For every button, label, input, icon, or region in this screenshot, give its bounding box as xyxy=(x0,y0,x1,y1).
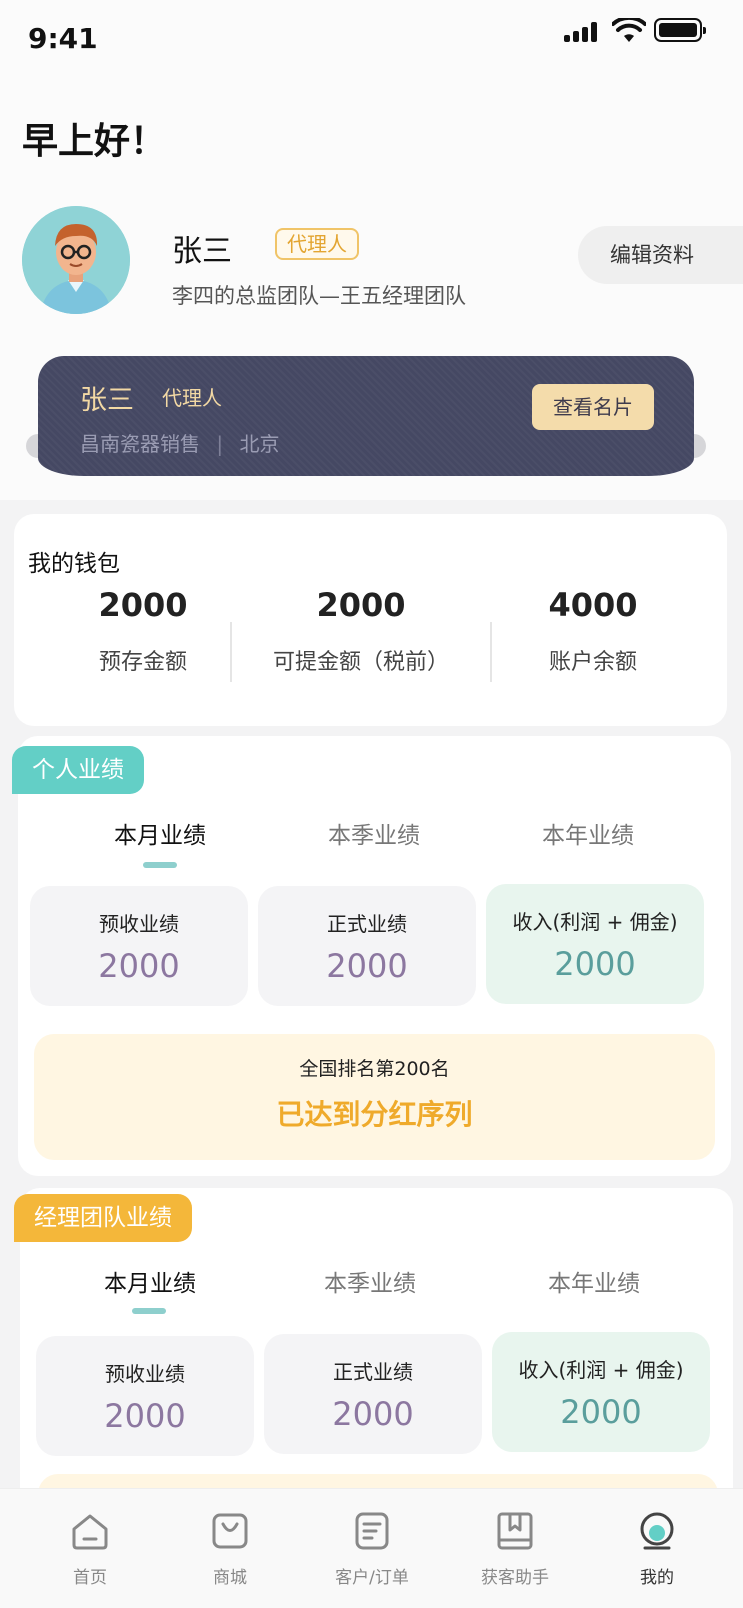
tab-mine[interactable]: 我的 xyxy=(597,1509,717,1588)
stat-presale[interactable]: 预收业绩 2000 xyxy=(30,886,248,1006)
tab-label: 获客助手 xyxy=(481,1568,549,1588)
business-card[interactable]: 张三 代理人 昌南瓷器销售 | 北京 查看名片 xyxy=(38,356,694,476)
avatar-illustration xyxy=(22,206,130,314)
stat-income[interactable]: 收入(利润 + 佣金) 2000 xyxy=(492,1332,710,1452)
stat-presale[interactable]: 预收业绩 2000 xyxy=(36,1336,254,1456)
status-time: 9:41 xyxy=(28,22,98,55)
stat-value: 2000 xyxy=(98,947,180,985)
wallet-label: 预存金额 xyxy=(98,650,187,675)
stat-label: 收入(利润 + 佣金) xyxy=(518,1358,684,1382)
profile-name: 张三 xyxy=(172,234,232,269)
stat-label: 预收业绩 xyxy=(99,912,179,936)
tab-mall[interactable]: 商城 xyxy=(170,1509,290,1588)
stat-formal[interactable]: 正式业绩 2000 xyxy=(258,886,476,1006)
tab-acquisition-assistant[interactable]: 获客助手 xyxy=(455,1509,575,1588)
avatar[interactable] xyxy=(22,206,130,314)
tab-month[interactable]: 本月业绩 xyxy=(50,1264,250,1298)
status-bar: 9:41 xyxy=(0,0,743,80)
profile-team: 李四的总监团队—王五经理团队 xyxy=(172,284,466,308)
tab-label: 客户/订单 xyxy=(335,1568,409,1588)
wallet-title: 我的钱包 xyxy=(28,551,120,577)
role-tag: 代理人 xyxy=(275,228,359,260)
card-company-line: 昌南瓷器销售 | 北京 xyxy=(80,428,279,457)
tab-month[interactable]: 本月业绩 xyxy=(60,816,260,850)
tab-home[interactable]: 首页 xyxy=(30,1509,150,1588)
active-tab-indicator xyxy=(132,1308,166,1314)
document-list-icon xyxy=(355,1512,389,1550)
card-separator: | xyxy=(216,432,224,456)
wifi-icon xyxy=(612,18,646,42)
stat-value: 2000 xyxy=(332,1395,414,1433)
tab-label: 商城 xyxy=(213,1568,247,1588)
stat-income[interactable]: 收入(利润 + 佣金) 2000 xyxy=(486,884,704,1004)
rank-text: 全国排名第200名 xyxy=(299,1058,450,1080)
wallet-value: 2000 xyxy=(316,586,406,624)
wallet-value: 4000 xyxy=(548,586,638,624)
wallet-card: 我的钱包 2000 预存金额 2000 可提金额（税前） 4000 账户余额 xyxy=(14,514,727,726)
wallet-stat-balance[interactable]: 4000 账户余额 xyxy=(478,586,708,676)
tab-year[interactable]: 本年业绩 xyxy=(488,816,688,850)
stat-formal[interactable]: 正式业绩 2000 xyxy=(264,1334,482,1454)
tab-customers-orders[interactable]: 客户/订单 xyxy=(312,1509,432,1588)
stat-label: 正式业绩 xyxy=(333,1360,413,1384)
manager-tabs: 本月业绩 本季业绩 本年业绩 xyxy=(20,1264,733,1324)
wallet-label: 账户余额 xyxy=(548,650,637,675)
tab-year[interactable]: 本年业绩 xyxy=(494,1264,694,1298)
stat-value: 2000 xyxy=(560,1393,642,1431)
tab-quarter[interactable]: 本季业绩 xyxy=(274,816,474,850)
divider xyxy=(230,622,232,682)
book-icon xyxy=(497,1512,533,1550)
active-tab-indicator xyxy=(143,862,177,868)
battery-icon xyxy=(654,18,706,42)
personal-performance-card: 个人业绩 本月业绩 本季业绩 本年业绩 预收业绩 2000 正式业绩 2000 … xyxy=(12,736,731,1176)
card-city: 北京 xyxy=(239,432,280,456)
bottom-tab-bar: 首页 商城 客户/订单 获客助手 我的 xyxy=(0,1488,743,1608)
ranking-banner[interactable]: 全国排名第200名 已达到分红序列 xyxy=(34,1034,715,1160)
shopping-bag-icon xyxy=(212,1513,248,1549)
edit-profile-button[interactable]: 编辑资料 xyxy=(578,226,743,284)
stat-label: 正式业绩 xyxy=(327,912,407,936)
wallet-label: 可提金额（税前） xyxy=(272,650,449,675)
home-icon xyxy=(72,1514,108,1550)
stat-label: 收入(利润 + 佣金) xyxy=(512,910,678,934)
wallet-value: 2000 xyxy=(98,586,188,624)
greeting-title: 早上好！ xyxy=(22,121,167,162)
tab-quarter[interactable]: 本季业绩 xyxy=(270,1264,470,1298)
rank-status: 已达到分红序列 xyxy=(276,1098,473,1131)
stat-value: 2000 xyxy=(554,945,636,983)
manager-performance-tag: 经理团队业绩 xyxy=(14,1194,192,1242)
wallet-stat-prestored[interactable]: 2000 预存金额 xyxy=(28,586,258,676)
tab-label: 我的 xyxy=(640,1568,674,1588)
card-company: 昌南瓷器销售 xyxy=(80,432,200,456)
personal-tabs: 本月业绩 本季业绩 本年业绩 xyxy=(18,816,731,876)
view-card-button[interactable]: 查看名片 xyxy=(532,384,654,430)
card-name: 张三 xyxy=(80,385,134,416)
wallet-stat-withdrawable[interactable]: 2000 可提金额（税前） xyxy=(246,586,476,676)
stat-label: 预收业绩 xyxy=(105,1362,185,1386)
personal-performance-tag: 个人业绩 xyxy=(12,746,144,794)
profile-icon xyxy=(640,1512,674,1550)
cellular-signal-icon xyxy=(564,22,604,42)
tab-label: 首页 xyxy=(73,1568,107,1588)
card-role: 代理人 xyxy=(162,386,222,410)
manager-performance-card: 经理团队业绩 本月业绩 本季业绩 本年业绩 预收业绩 2000 正式业绩 200… xyxy=(14,1188,733,1514)
stat-value: 2000 xyxy=(326,947,408,985)
stat-value: 2000 xyxy=(104,1397,186,1435)
